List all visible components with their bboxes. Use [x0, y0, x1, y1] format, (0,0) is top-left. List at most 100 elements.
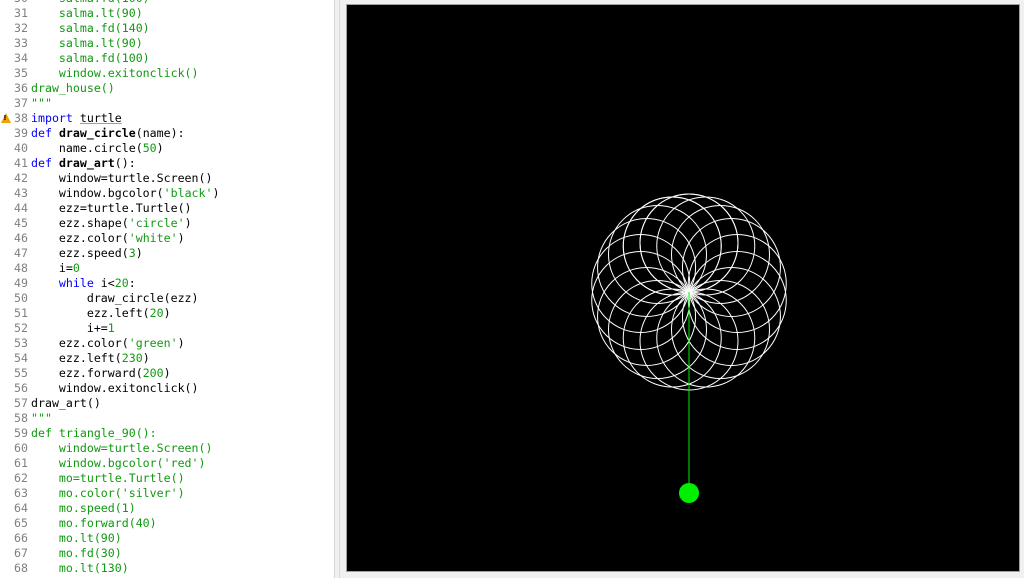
code-token: 200 [142, 366, 164, 380]
code-token: 20 [149, 306, 164, 320]
code-line[interactable]: 66 mo.lt(90) [0, 531, 334, 546]
code-token: 'green' [128, 336, 178, 350]
code-line[interactable]: 56 window.exitonclick() [0, 381, 334, 396]
code-token: ) [163, 306, 171, 320]
line-number: 45 [14, 216, 28, 230]
code-line[interactable]: 61 window.bgcolor('red') [0, 456, 334, 471]
code-token: ezz.forward( [31, 366, 143, 380]
code-line[interactable]: 36 draw_house() [0, 81, 334, 96]
code-token: draw_circle [58, 126, 136, 140]
code-token: while [58, 276, 94, 290]
code-text: mo=turtle.Turtle() [31, 471, 185, 486]
code-text: mo.forward(40) [31, 516, 157, 531]
code-line[interactable]: 55 ezz.forward(200) [0, 366, 334, 381]
code-token: ezz.color( [31, 336, 129, 350]
code-token: 1 [107, 321, 115, 335]
code-token: salma.lt(90) [31, 6, 143, 20]
code-text: salma.lt(90) [31, 36, 143, 51]
line-number: 68 [14, 561, 28, 575]
code-token: def [31, 156, 52, 170]
line-number: 59 [14, 426, 28, 440]
code-line[interactable]: 52 i+=1 [0, 321, 334, 336]
code-text: ezz.forward(200) [31, 366, 171, 381]
line-number: 49 [14, 276, 28, 290]
line-number: 63 [14, 486, 28, 500]
code-text: draw_art() [31, 396, 101, 411]
code-line[interactable]: 68 mo.lt(130) [0, 561, 334, 576]
code-token: salma.fd(140) [31, 21, 150, 35]
code-token: 50 [142, 141, 157, 155]
code-text: ezz.left(230) [31, 351, 150, 366]
code-line[interactable]: 47 ezz.speed(3) [0, 246, 334, 261]
code-line[interactable]: 63 mo.color('silver') [0, 486, 334, 501]
line-number: 31 [14, 6, 28, 20]
turtle-graphics-window [341, 0, 1024, 578]
code-line[interactable]: 53 ezz.color('green') [0, 336, 334, 351]
line-number: 62 [14, 471, 28, 485]
code-line[interactable]: 58 """ [0, 411, 334, 426]
code-token: 'black' [163, 186, 213, 200]
code-line[interactable]: 32 salma.fd(140) [0, 21, 334, 36]
code-editor[interactable]: 30 salma.fd(100)31 salma.lt(90)32 salma.… [0, 0, 334, 578]
code-line[interactable]: 35 window.exitonclick() [0, 66, 334, 81]
code-line[interactable]: 54 ezz.left(230) [0, 351, 334, 366]
line-number: 52 [14, 321, 28, 335]
line-number: 65 [14, 516, 28, 530]
code-text: window.exitonclick() [31, 66, 199, 81]
code-line[interactable]: 62 mo=turtle.Turtle() [0, 471, 334, 486]
code-line[interactable]: 48 i=0 [0, 261, 334, 276]
code-text: i=0 [31, 261, 80, 276]
code-line[interactable]: 50 draw_circle(ezz) [0, 291, 334, 306]
code-token: mo.speed(1) [31, 501, 136, 515]
line-number: 64 [14, 501, 28, 515]
code-line[interactable]: 45 ezz.shape('circle') [0, 216, 334, 231]
code-line[interactable]: 31 salma.lt(90) [0, 6, 334, 21]
pane-splitter[interactable] [334, 0, 340, 578]
code-line[interactable]: 57 draw_art() [0, 396, 334, 411]
code-line[interactable]: 46 ezz.color('white') [0, 231, 334, 246]
code-token: mo=turtle.Turtle() [31, 471, 185, 485]
line-number: 43 [14, 186, 28, 200]
code-line[interactable]: 33 salma.lt(90) [0, 36, 334, 51]
code-token: i+= [31, 321, 108, 335]
code-token: """ [31, 96, 52, 110]
code-line[interactable]: 49 while i<20: [0, 276, 334, 291]
code-token: ezz.left( [31, 306, 150, 320]
code-line[interactable]: 67 mo.fd(30) [0, 546, 334, 561]
code-line[interactable]: 37 """ [0, 96, 334, 111]
code-line[interactable]: 40 name.circle(50) [0, 141, 334, 156]
code-token: def [31, 126, 52, 140]
code-line[interactable]: 44 ezz=turtle.Turtle() [0, 201, 334, 216]
code-line[interactable]: 43 window.bgcolor('black') [0, 186, 334, 201]
turtle-canvas[interactable] [346, 4, 1020, 572]
code-token: """ [31, 411, 52, 425]
code-line[interactable]: 51 ezz.left(20) [0, 306, 334, 321]
code-token: ) [135, 246, 143, 260]
code-line[interactable]: 64 mo.speed(1) [0, 501, 334, 516]
code-line[interactable]: 41 def draw_art(): [0, 156, 334, 171]
code-line[interactable]: 38! import turtle [0, 111, 334, 126]
code-text: salma.lt(90) [31, 6, 143, 21]
code-line[interactable]: 60 window=turtle.Screen() [0, 441, 334, 456]
code-line[interactable]: 42 window=turtle.Screen() [0, 171, 334, 186]
code-token: window=turtle.Screen() [31, 441, 213, 455]
code-token: salma.fd(100) [31, 0, 150, 5]
code-token: draw_circle(ezz) [31, 291, 199, 305]
code-token: 'white' [128, 231, 178, 245]
code-lines[interactable]: 30 salma.fd(100)31 salma.lt(90)32 salma.… [0, 0, 334, 576]
code-token: salma.fd(100) [31, 51, 150, 65]
code-line[interactable]: 59 def triangle_90(): [0, 426, 334, 441]
code-token: draw_art [58, 156, 115, 170]
code-line[interactable]: 34 salma.fd(100) [0, 51, 334, 66]
code-text: ezz.speed(3) [31, 246, 143, 261]
line-number: 66 [14, 531, 28, 545]
turtle-pointer[interactable] [679, 483, 699, 503]
code-token: window.exitonclick() [31, 381, 199, 395]
code-text: def draw_circle(name): [31, 126, 185, 141]
line-number: 42 [14, 171, 28, 185]
code-line[interactable]: 65 mo.forward(40) [0, 516, 334, 531]
line-number: 47 [14, 246, 28, 260]
code-line[interactable]: 39 def draw_circle(name): [0, 126, 334, 141]
